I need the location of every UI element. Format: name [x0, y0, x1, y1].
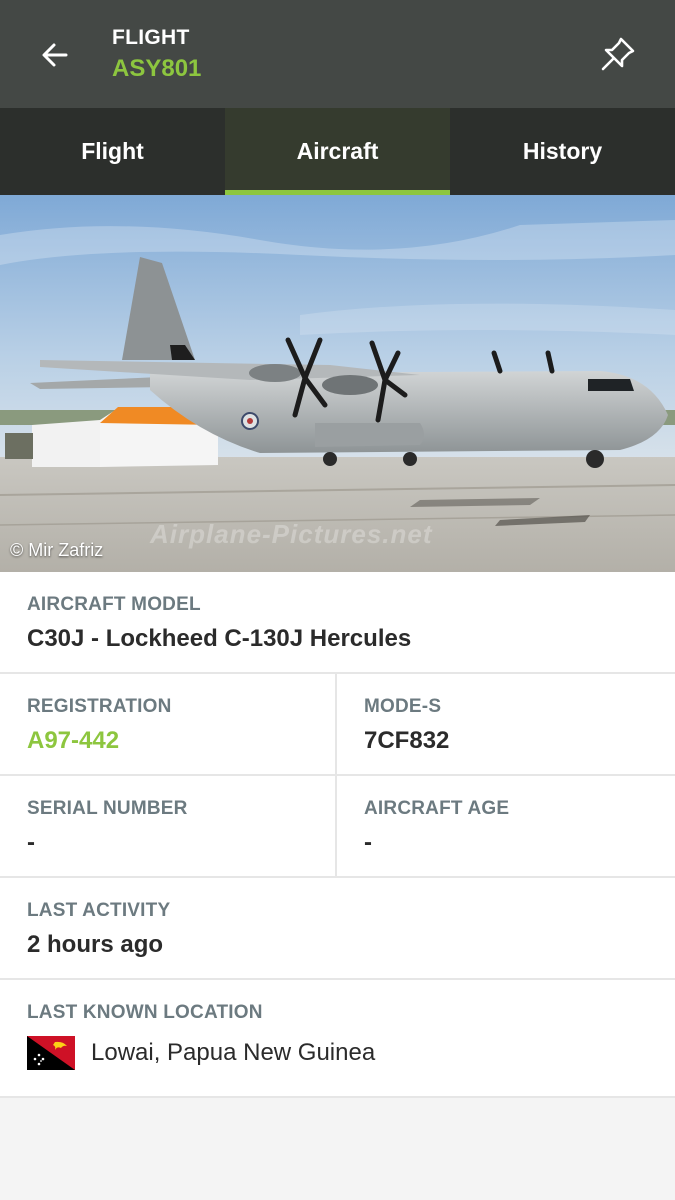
aircraft-photo: Airplane-Pictures.net © Mir Zafriz	[0, 195, 675, 572]
registration-link[interactable]: A97-442	[27, 726, 335, 756]
registration-label: REGISTRATION	[27, 696, 172, 717]
last-activity-row: LAST ACTIVITY 2 hours ago	[0, 878, 675, 980]
last-activity-value: 2 hours ago	[27, 931, 164, 958]
aircraft-model-value: C30J - Lockheed C-130J Hercules	[27, 625, 412, 652]
tab-aircraft[interactable]: Aircraft	[225, 108, 450, 195]
aircraft-age-label: AIRCRAFT AGE	[364, 798, 510, 819]
aircraft-details: AIRCRAFT MODEL C30J - Lockheed C-130J He…	[0, 572, 675, 1098]
aircraft-image	[0, 195, 675, 572]
back-button[interactable]	[30, 30, 80, 80]
age-cell: AIRCRAFT AGE -	[337, 776, 674, 876]
last-activity-label: LAST ACTIVITY	[27, 900, 171, 921]
papua-new-guinea-flag-icon	[27, 1036, 75, 1070]
last-location-value: Lowai, Papua New Guinea	[91, 1039, 376, 1066]
modes-cell: MODE-S 7CF832	[337, 674, 674, 774]
registration-cell: REGISTRATION A97-442	[0, 674, 337, 774]
photo-watermark: Airplane-Pictures.net	[150, 519, 433, 549]
pin-icon	[601, 37, 635, 71]
last-location-label: LAST KNOWN LOCATION	[27, 1002, 263, 1023]
serial-number-label: SERIAL NUMBER	[27, 798, 188, 819]
photo-credit: © Mir Zafriz	[10, 540, 104, 560]
flight-callsign: ASY801	[112, 55, 202, 82]
serial-number-value: -	[27, 829, 35, 856]
pin-button[interactable]	[592, 28, 644, 80]
aircraft-model-row: AIRCRAFT MODEL C30J - Lockheed C-130J He…	[0, 572, 675, 674]
serial-cell: SERIAL NUMBER -	[0, 776, 337, 876]
registration-modes-row: REGISTRATION A97-442 MODE-S 7CF832	[0, 674, 675, 776]
serial-age-row: SERIAL NUMBER - AIRCRAFT AGE -	[0, 776, 675, 878]
aircraft-age-value: -	[364, 829, 372, 856]
tab-bar: Flight Aircraft History	[0, 108, 675, 195]
tab-flight[interactable]: Flight	[0, 108, 225, 195]
modes-label: MODE-S	[364, 696, 442, 717]
title-kicker: FLIGHT	[112, 26, 190, 49]
aircraft-model-label: AIRCRAFT MODEL	[27, 594, 201, 615]
app-header: FLIGHT ASY801	[0, 0, 675, 108]
modes-value: 7CF832	[364, 727, 450, 754]
arrow-left-icon	[42, 43, 68, 67]
flight-title: FLIGHT ASY801	[112, 26, 201, 85]
tab-history[interactable]: History	[450, 108, 675, 195]
last-location-row: LAST KNOWN LOCATION Lowai, Papua New Gui…	[0, 980, 675, 1098]
